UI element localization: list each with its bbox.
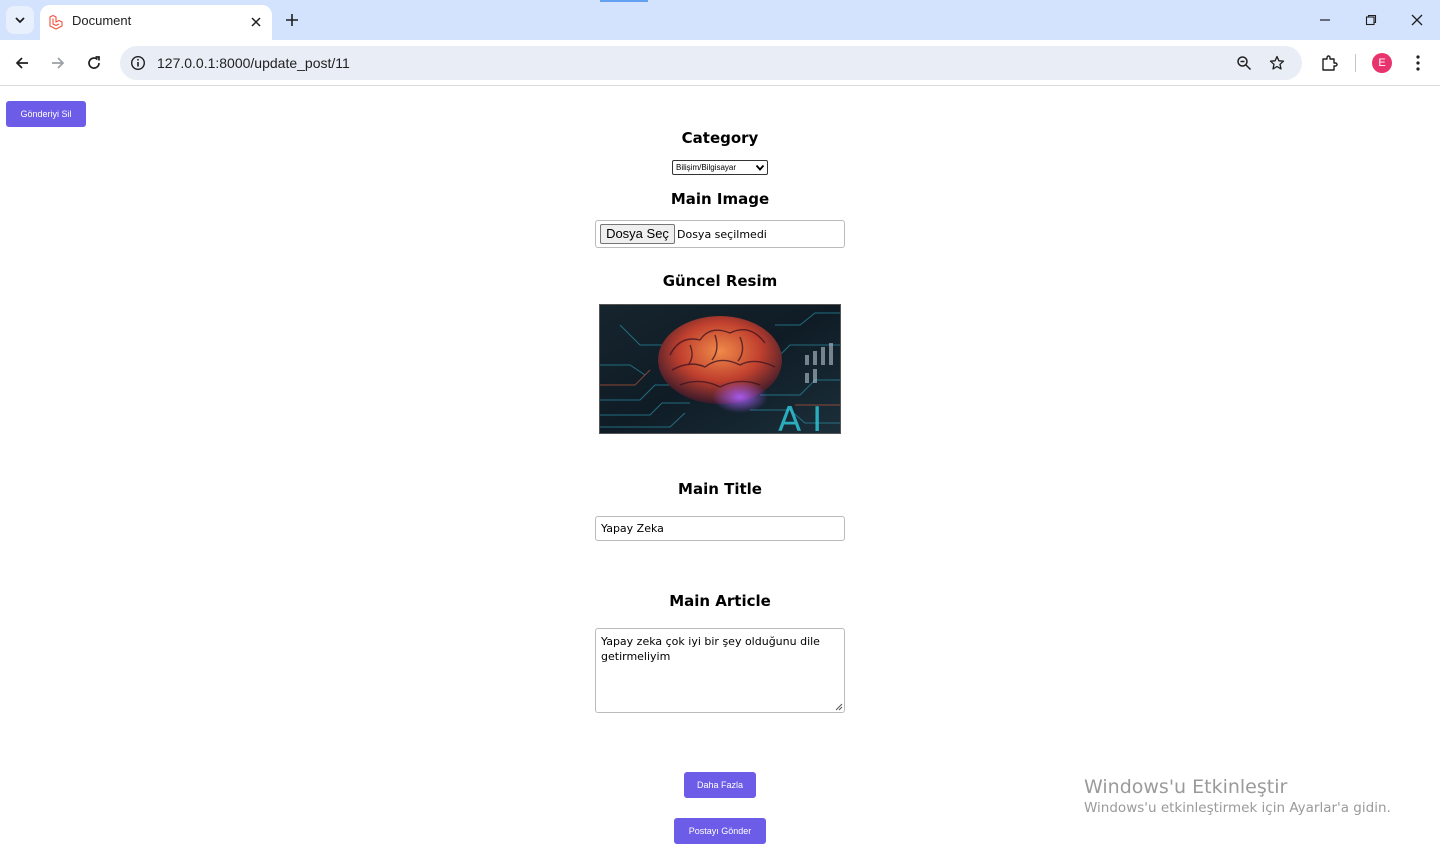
restore-icon xyxy=(1365,14,1377,26)
profile-avatar[interactable]: E xyxy=(1372,53,1392,73)
main-image-heading: Main Image xyxy=(670,190,770,208)
current-image: A I xyxy=(599,304,841,434)
category-select[interactable]: Bilişim/Bilgisayar xyxy=(672,160,768,175)
reload-icon xyxy=(88,56,100,69)
main-article-text: Yapay zeka çok iyi bir şey olduğunu dile… xyxy=(601,635,820,663)
delete-post-button[interactable]: Gönderiyi Sil xyxy=(6,101,86,127)
tab-search-button[interactable] xyxy=(6,6,34,34)
address-bar[interactable]: 127.0.0.1:8000/update_post/11 xyxy=(120,46,1302,80)
page-content: Gönderiyi Sil Category Bilişim/Bilgisaya… xyxy=(0,87,1440,862)
main-article-heading: Main Article xyxy=(669,592,771,610)
url-text[interactable]: 127.0.0.1:8000/update_post/11 xyxy=(157,55,350,71)
site-info-button[interactable] xyxy=(128,53,148,73)
plus-icon xyxy=(286,14,298,26)
site-info-icon xyxy=(130,55,146,71)
windows-activation-watermark: Windows'u Etkinleştir Windows'u etkinleş… xyxy=(1084,775,1391,817)
browser-tab[interactable]: Document xyxy=(40,5,272,40)
tab-search-icon xyxy=(15,17,25,24)
restore-button[interactable] xyxy=(1359,8,1383,32)
ai-brain-image: A I xyxy=(600,305,840,434)
main-title-input[interactable]: Yapay Zeka xyxy=(595,516,845,541)
window-close-icon xyxy=(1411,14,1423,26)
current-image-heading: Güncel Resim xyxy=(662,272,778,290)
chevron-down-icon xyxy=(755,164,765,171)
main-title-heading: Main Title xyxy=(678,480,762,498)
tab-title: Document xyxy=(72,13,132,28)
category-heading: Category xyxy=(681,129,759,147)
close-icon xyxy=(251,17,261,27)
more-button[interactable]: Daha Fazla xyxy=(684,772,756,798)
browser-toolbar: 127.0.0.1:8000/update_post/11 E xyxy=(0,40,1440,86)
choose-file-button[interactable]: Dosya Seç xyxy=(600,224,675,244)
extensions-button[interactable] xyxy=(1317,51,1341,75)
browser-menu-button[interactable] xyxy=(1406,51,1430,75)
watermark-subtitle: Windows'u etkinleştirmek için Ayarlar'a … xyxy=(1084,800,1391,816)
laravel-favicon-icon xyxy=(49,14,63,30)
main-article-textarea[interactable]: Yapay zeka çok iyi bir şey olduğunu dile… xyxy=(595,628,845,713)
bookmark-star-icon xyxy=(1269,55,1285,70)
tab-strip: Document xyxy=(0,0,1440,40)
submit-post-button[interactable]: Postayı Gönder xyxy=(674,818,766,844)
main-image-file-input[interactable]: Dosya Seç Dosya seçilmedi xyxy=(595,220,845,248)
file-status-text: Dosya seçilmedi xyxy=(677,228,767,241)
forward-button[interactable] xyxy=(46,51,70,75)
category-selected-value: Bilişim/Bilgisayar xyxy=(676,163,737,172)
back-button[interactable] xyxy=(10,51,34,75)
back-arrow-icon xyxy=(15,57,28,69)
watermark-title: Windows'u Etkinleştir xyxy=(1084,776,1288,798)
new-tab-button[interactable] xyxy=(280,8,304,32)
kebab-menu-icon xyxy=(1416,55,1420,71)
forward-arrow-icon xyxy=(52,57,65,69)
zoom-button[interactable] xyxy=(1234,53,1254,73)
tab-close-button[interactable] xyxy=(246,12,266,32)
toolbar-separator xyxy=(1355,54,1356,72)
extensions-puzzle-icon xyxy=(1322,55,1338,71)
reload-button[interactable] xyxy=(82,51,106,75)
tab-indicator xyxy=(600,0,648,2)
minimize-button[interactable] xyxy=(1313,8,1337,32)
resize-handle-icon[interactable] xyxy=(835,703,843,711)
minimize-icon xyxy=(1320,19,1330,21)
window-close-button[interactable] xyxy=(1405,8,1429,32)
ai-overlay-text: A I xyxy=(778,400,822,434)
zoom-icon xyxy=(1237,56,1252,71)
bookmark-button[interactable] xyxy=(1267,53,1287,73)
